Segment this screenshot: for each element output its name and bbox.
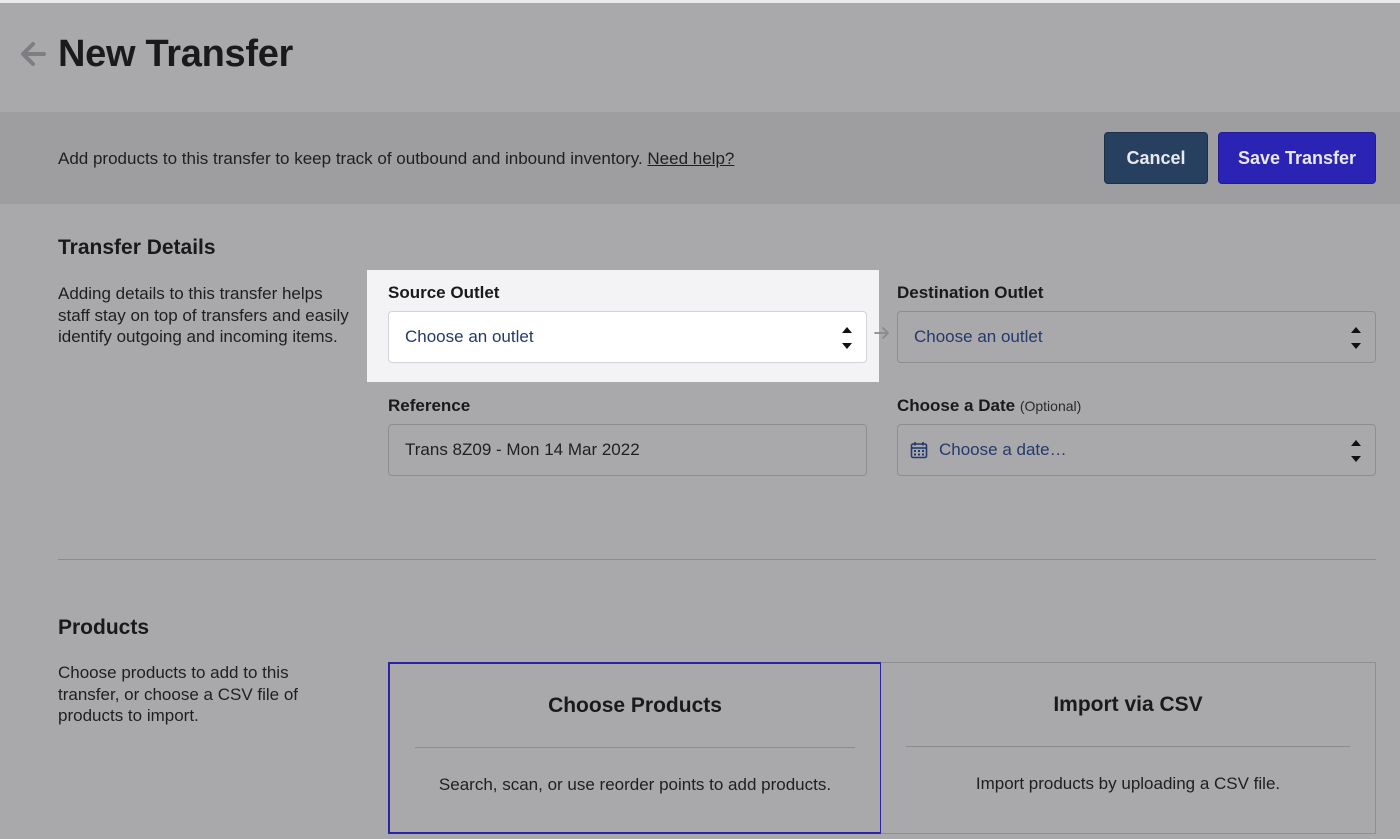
destination-outlet-label: Destination Outlet [897,283,1044,302]
source-outlet-label: Source Outlet [388,283,500,302]
card-divider [415,747,855,748]
date-picker[interactable]: Choose a date… [897,424,1376,476]
card-divider [906,746,1350,747]
date-label: Choose a Date (Optional) [897,396,1081,416]
arrow-left-icon[interactable] [18,39,48,69]
reference-label: Reference [388,396,471,415]
choose-products-card[interactable]: Choose Products Search, scan, or use reo… [388,662,882,834]
select-arrows-icon [1351,327,1361,349]
page-header: New Transfer [0,3,1400,112]
date-label-text: Choose a Date [897,396,1016,415]
transfer-details-title: Transfer Details [58,236,216,259]
calendar-icon [910,442,928,459]
destination-outlet-value: Choose an outlet [914,327,1043,346]
banner-message: Add products to this transfer to keep tr… [58,149,643,168]
products-title: Products [58,616,150,639]
source-outlet-value: Choose an outlet [405,327,534,346]
cancel-button[interactable]: Cancel [1104,132,1208,184]
date-value: Choose a date… [939,440,1067,459]
select-arrows-icon [1351,440,1361,462]
need-help-link[interactable]: Need help? [647,149,734,168]
products-description: Choose products to add to this transfer,… [58,663,299,725]
select-arrows-icon [842,327,852,349]
transfer-details-description: Adding details to this transfer helps st… [58,284,349,346]
reference-value: Trans 8Z09 - Mon 14 Mar 2022 [405,440,640,459]
arrow-right-icon [874,327,889,339]
save-transfer-button[interactable]: Save Transfer [1218,132,1376,184]
import-csv-card[interactable]: Import via CSV Import products by upload… [881,662,1376,834]
destination-outlet-select[interactable]: Choose an outlet [897,311,1376,363]
banner-text: Add products to this transfer to keep tr… [58,149,734,169]
import-csv-title: Import via CSV [1053,693,1203,716]
action-banner: Add products to this transfer to keep tr… [0,112,1400,204]
choose-products-title: Choose Products [548,694,722,717]
page-title: New Transfer [58,33,294,75]
section-divider [58,559,1376,560]
import-csv-description: Import products by uploading a CSV file. [975,774,1281,793]
choose-products-description: Search, scan, or use reorder points to a… [438,775,832,794]
optional-tag: (Optional) [1019,398,1082,414]
source-outlet-select[interactable]: Choose an outlet [388,311,867,363]
reference-input[interactable]: Trans 8Z09 - Mon 14 Mar 2022 [388,424,867,476]
